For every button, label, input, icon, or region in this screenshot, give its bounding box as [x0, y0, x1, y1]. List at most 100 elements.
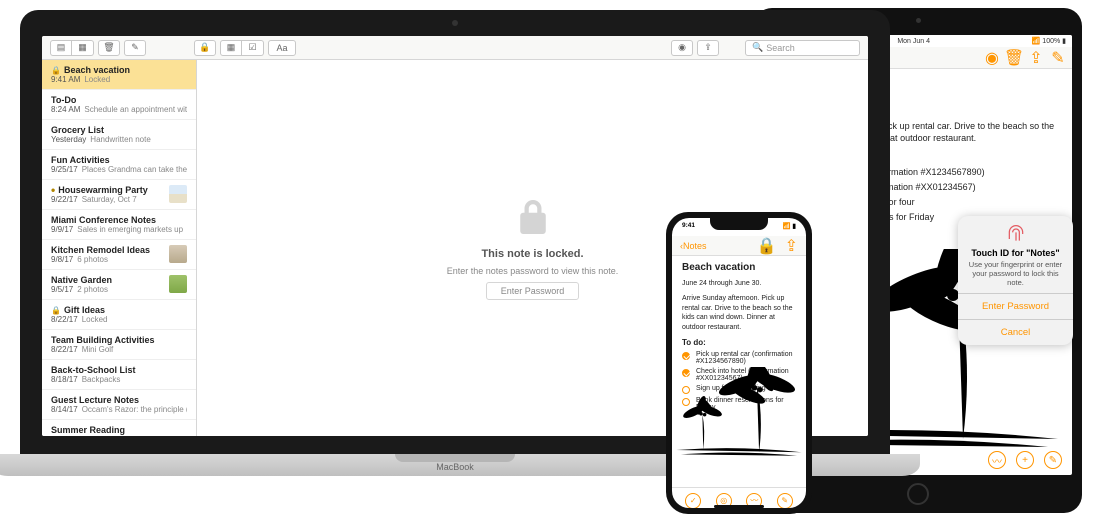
note-list-item[interactable]: Native Garden9/5/17 2 photos: [42, 270, 196, 300]
todo-heading: To do:: [682, 338, 796, 347]
note-preview: 6 photos: [77, 255, 108, 264]
iphone-screen: 9:41 📶 ▮ ‹ Notes 🔒 ⇪ Beach vacation June…: [672, 218, 806, 508]
note-time: 9/25/17: [51, 165, 78, 174]
lock-icon: 🔒: [51, 66, 61, 75]
table-icon[interactable]: ▦: [220, 40, 242, 56]
note-list-item[interactable]: 🔒Beach vacation9:41 AM Locked: [42, 60, 196, 90]
format-icon[interactable]: Aa: [268, 40, 296, 56]
note-title: Kitchen Remodel Ideas: [51, 245, 150, 255]
notes-sidebar[interactable]: 🔒Beach vacation9:41 AMLockedTo-Do8:24 AM…: [42, 60, 197, 436]
note-title: Guest Lecture Notes: [51, 395, 139, 405]
add-person-icon[interactable]: ◉: [671, 40, 693, 56]
compose-icon[interactable]: ✎: [777, 493, 793, 509]
trash-icon[interactable]: ✓: [685, 493, 701, 509]
note-list-item[interactable]: Fun Activities9/25/17Places Grandma can …: [42, 150, 196, 180]
lock-icon: [516, 197, 550, 242]
note-list-item[interactable]: Miami Conference Notes9/9/17Sales in eme…: [42, 210, 196, 240]
note-title: Grocery List: [51, 125, 104, 135]
share-icon[interactable]: ⇪: [785, 236, 798, 256]
note-dates: June 24 through June 30.: [682, 279, 796, 288]
note-list-item[interactable]: Summer Reading8/5/17Goal: Read one book …: [42, 420, 196, 436]
share-icon[interactable]: ⇪: [697, 40, 719, 56]
note-time: 8/14/17: [51, 405, 78, 414]
note-time: 8/22/17: [51, 315, 78, 324]
todo-item[interactable]: Pick up rental car (confirmation #X12345…: [682, 351, 796, 365]
back-button[interactable]: ‹ Notes: [680, 241, 707, 251]
note-title: Back-to-School List: [51, 365, 136, 375]
note-drawing: [672, 367, 806, 457]
note-preview: Schedule an appointment with Dr...: [84, 105, 187, 114]
fingerprint-icon: [1006, 224, 1026, 244]
pin-icon: •: [51, 186, 55, 194]
grid-view-icon[interactable]: ▦: [72, 40, 94, 56]
search-placeholder: Search: [766, 43, 795, 53]
note-time: 9/22/17: [51, 195, 78, 204]
new-note-icon[interactable]: ✎: [1044, 451, 1062, 469]
note-title: Team Building Activities: [51, 335, 155, 345]
note-time: 8/5/17: [51, 435, 73, 436]
lock-icon[interactable]: 🔒: [757, 236, 777, 256]
note-list-item[interactable]: •Housewarming Party9/22/17Saturday, Oct …: [42, 180, 196, 210]
note-list-item[interactable]: Guest Lecture Notes8/14/17Occam's Razor:…: [42, 390, 196, 420]
note-body: Arrive Sunday afternoon. Pick up rental …: [682, 294, 796, 332]
ipad-drawing-tools: 〰 + ✎: [988, 451, 1062, 469]
note-time: 8/22/17: [51, 345, 78, 354]
macbook-brand: MacBook: [436, 462, 474, 472]
ipad-camera: [916, 18, 921, 23]
touch-id-subtitle: Use your fingerprint or enter your passw…: [958, 258, 1073, 293]
plus-icon[interactable]: +: [1016, 451, 1034, 469]
iphone-device: 9:41 📶 ▮ ‹ Notes 🔒 ⇪ Beach vacation June…: [666, 212, 812, 514]
note-time: 9/8/17: [51, 255, 73, 264]
lock-icon: 🔒: [51, 306, 61, 315]
share-icon[interactable]: ⇪: [1030, 52, 1042, 64]
lock-icon[interactable]: 🔒: [194, 40, 216, 56]
note-preview: 2 photos: [77, 285, 108, 294]
add-person-icon[interactable]: ◉: [986, 52, 998, 64]
note-title: Beach vacation: [682, 262, 796, 273]
compose-icon[interactable]: ✎: [124, 40, 146, 56]
note-thumbnail: [169, 245, 187, 263]
search-input[interactable]: 🔍 Search: [745, 40, 860, 56]
note-thumbnail: [169, 185, 187, 203]
note-list-item[interactable]: Kitchen Remodel Ideas9/8/17 6 photos: [42, 240, 196, 270]
note-list-item[interactable]: Grocery ListYesterdayHandwritten note: [42, 120, 196, 150]
iphone-home-indicator: [714, 505, 764, 508]
compose-icon[interactable]: ✎: [1052, 52, 1064, 64]
checklist-icon[interactable]: ☑: [242, 40, 264, 56]
cancel-button[interactable]: Cancel: [958, 319, 1073, 345]
note-title: To-Do: [51, 95, 76, 105]
ipad-home-button[interactable]: [907, 483, 929, 505]
note-list-item[interactable]: To-Do8:24 AM Schedule an appointment with…: [42, 90, 196, 120]
note-time: 9/5/17: [51, 285, 73, 294]
touch-id-dialog: Touch ID for "Notes" Use your fingerprin…: [958, 216, 1073, 345]
note-time: 9/9/17: [51, 225, 73, 234]
list-view-icon[interactable]: ▤: [50, 40, 72, 56]
note-list-item[interactable]: 🔒Gift Ideas8/22/17Locked: [42, 300, 196, 330]
note-time: 8:24 AM: [51, 105, 80, 114]
scribble-icon[interactable]: 〰: [988, 451, 1006, 469]
note-list-item[interactable]: Team Building Activities8/22/17Mini Golf: [42, 330, 196, 360]
note-title: Housewarming Party: [58, 185, 148, 195]
note-title: Native Garden: [51, 275, 112, 285]
note-title: Summer Reading: [51, 425, 125, 435]
enter-password-button[interactable]: Enter Password: [958, 293, 1073, 319]
note-title: Gift Ideas: [64, 305, 105, 315]
locked-subtitle: Enter the notes password to view this no…: [447, 266, 619, 276]
enter-password-button[interactable]: Enter Password: [486, 282, 580, 300]
note-title: Beach vacation: [64, 65, 130, 75]
todo-text: Pick up rental car (confirmation #X12345…: [696, 351, 796, 365]
note-list-item[interactable]: Back-to-School List8/18/17Backpacks: [42, 360, 196, 390]
note-thumbnail: [169, 275, 187, 293]
note-time: 9:41 AM: [51, 75, 80, 84]
status-signal: 📶 ▮: [783, 222, 796, 236]
status-time: 9:41: [682, 222, 695, 236]
trash-icon[interactable]: 🗑: [98, 40, 120, 56]
note-preview: Locked: [84, 75, 110, 84]
note-preview: Places Grandma can take the kids: [82, 165, 187, 174]
iphone-note-body: Beach vacation June 24 through June 30. …: [672, 256, 806, 487]
checkbox-icon[interactable]: [682, 352, 690, 360]
locked-title: This note is locked.: [481, 248, 583, 260]
note-time: 8/18/17: [51, 375, 78, 384]
trash-icon[interactable]: 🗑: [1008, 52, 1020, 64]
iphone-nav-bar: ‹ Notes 🔒 ⇪: [672, 236, 806, 256]
